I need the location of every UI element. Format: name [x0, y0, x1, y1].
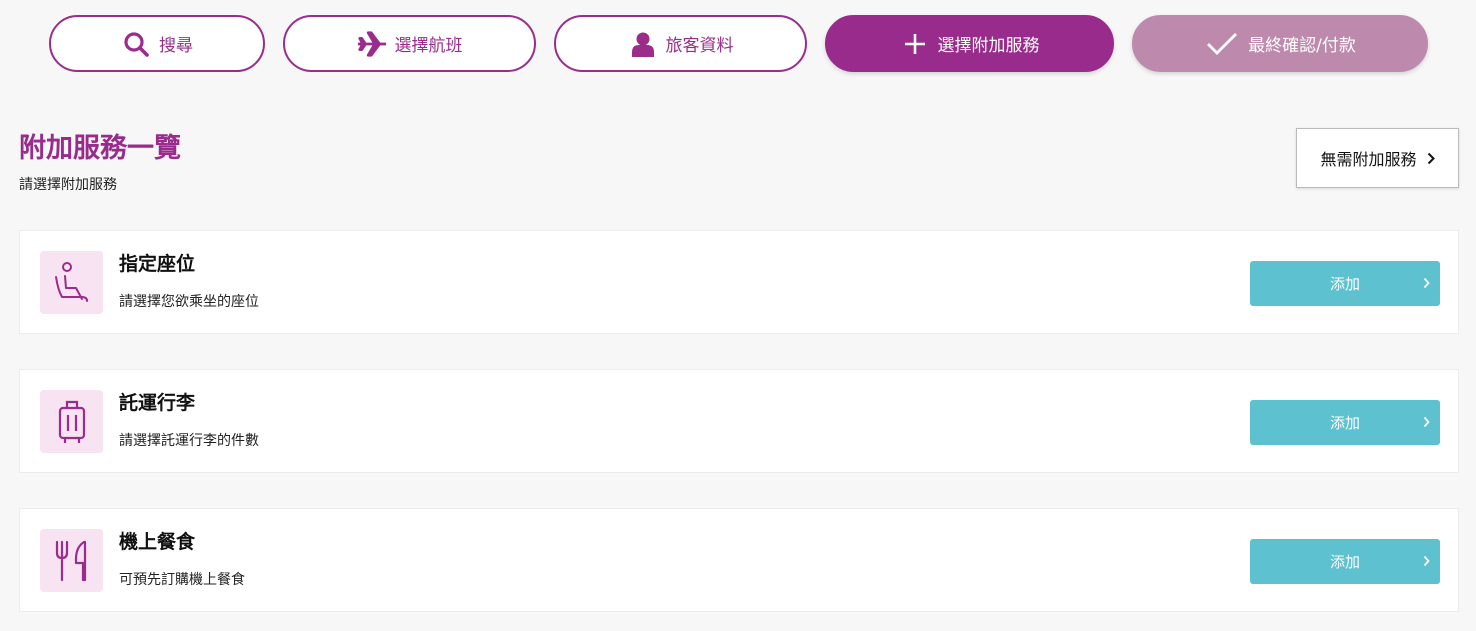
step-confirm-payment[interactable]: 最終確認/付款 [1132, 15, 1428, 72]
booking-progress-steps: 搜尋 選擇航班 旅客資料 選擇附加服務 最終確認/付款 [0, 15, 1476, 73]
service-title: 託運行李 [119, 392, 196, 414]
add-luggage-button[interactable]: 添加 [1250, 400, 1440, 445]
skip-addons-label: 無需附加服務 [1320, 150, 1417, 169]
service-title: 機上餐食 [119, 531, 196, 553]
chevron-right-icon [1423, 414, 1430, 432]
seat-icon [40, 251, 103, 314]
service-card-meal: 機上餐食 可預先訂購機上餐食 添加 [19, 508, 1459, 612]
passenger-icon [628, 29, 658, 59]
step-select-addons[interactable]: 選擇附加服務 [825, 15, 1114, 72]
page-title: 附加服務一覽 [19, 133, 181, 164]
add-button-label: 添加 [1329, 414, 1360, 432]
service-description: 請選擇您欲乘坐的座位 [119, 294, 259, 310]
chevron-right-icon [1423, 275, 1430, 293]
step-passenger-info-label: 旅客資料 [665, 36, 734, 56]
step-select-flight[interactable]: 選擇航班 [283, 15, 536, 72]
step-select-addons-label: 選擇附加服務 [937, 36, 1040, 56]
add-button-label: 添加 [1329, 275, 1360, 293]
step-passenger-info[interactable]: 旅客資料 [554, 15, 807, 72]
luggage-icon [40, 390, 103, 453]
service-description: 請選擇託運行李的件數 [119, 433, 259, 449]
service-description: 可預先訂購機上餐食 [119, 572, 245, 588]
chevron-right-icon [1423, 553, 1430, 571]
search-icon [121, 29, 151, 59]
step-confirm-payment-label: 最終確認/付款 [1248, 36, 1356, 56]
plus-icon [900, 29, 930, 59]
step-search-label: 搜尋 [159, 36, 193, 56]
step-select-flight-label: 選擇航班 [394, 36, 463, 56]
add-seat-button[interactable]: 添加 [1250, 261, 1440, 306]
service-card-luggage: 託運行李 請選擇託運行李的件數 添加 [19, 369, 1459, 473]
step-search[interactable]: 搜尋 [49, 15, 265, 72]
add-button-label: 添加 [1329, 553, 1360, 571]
service-card-seat: 指定座位 請選擇您欲乘坐的座位 添加 [19, 230, 1459, 334]
chevron-right-icon [1427, 152, 1435, 165]
airplane-icon [357, 29, 387, 59]
check-icon [1204, 29, 1240, 59]
page-subtitle: 請選擇附加服務 [19, 177, 117, 193]
meal-icon [40, 529, 103, 592]
skip-addons-button[interactable]: 無需附加服務 [1296, 128, 1459, 188]
add-meal-button[interactable]: 添加 [1250, 539, 1440, 584]
service-title: 指定座位 [119, 253, 196, 275]
